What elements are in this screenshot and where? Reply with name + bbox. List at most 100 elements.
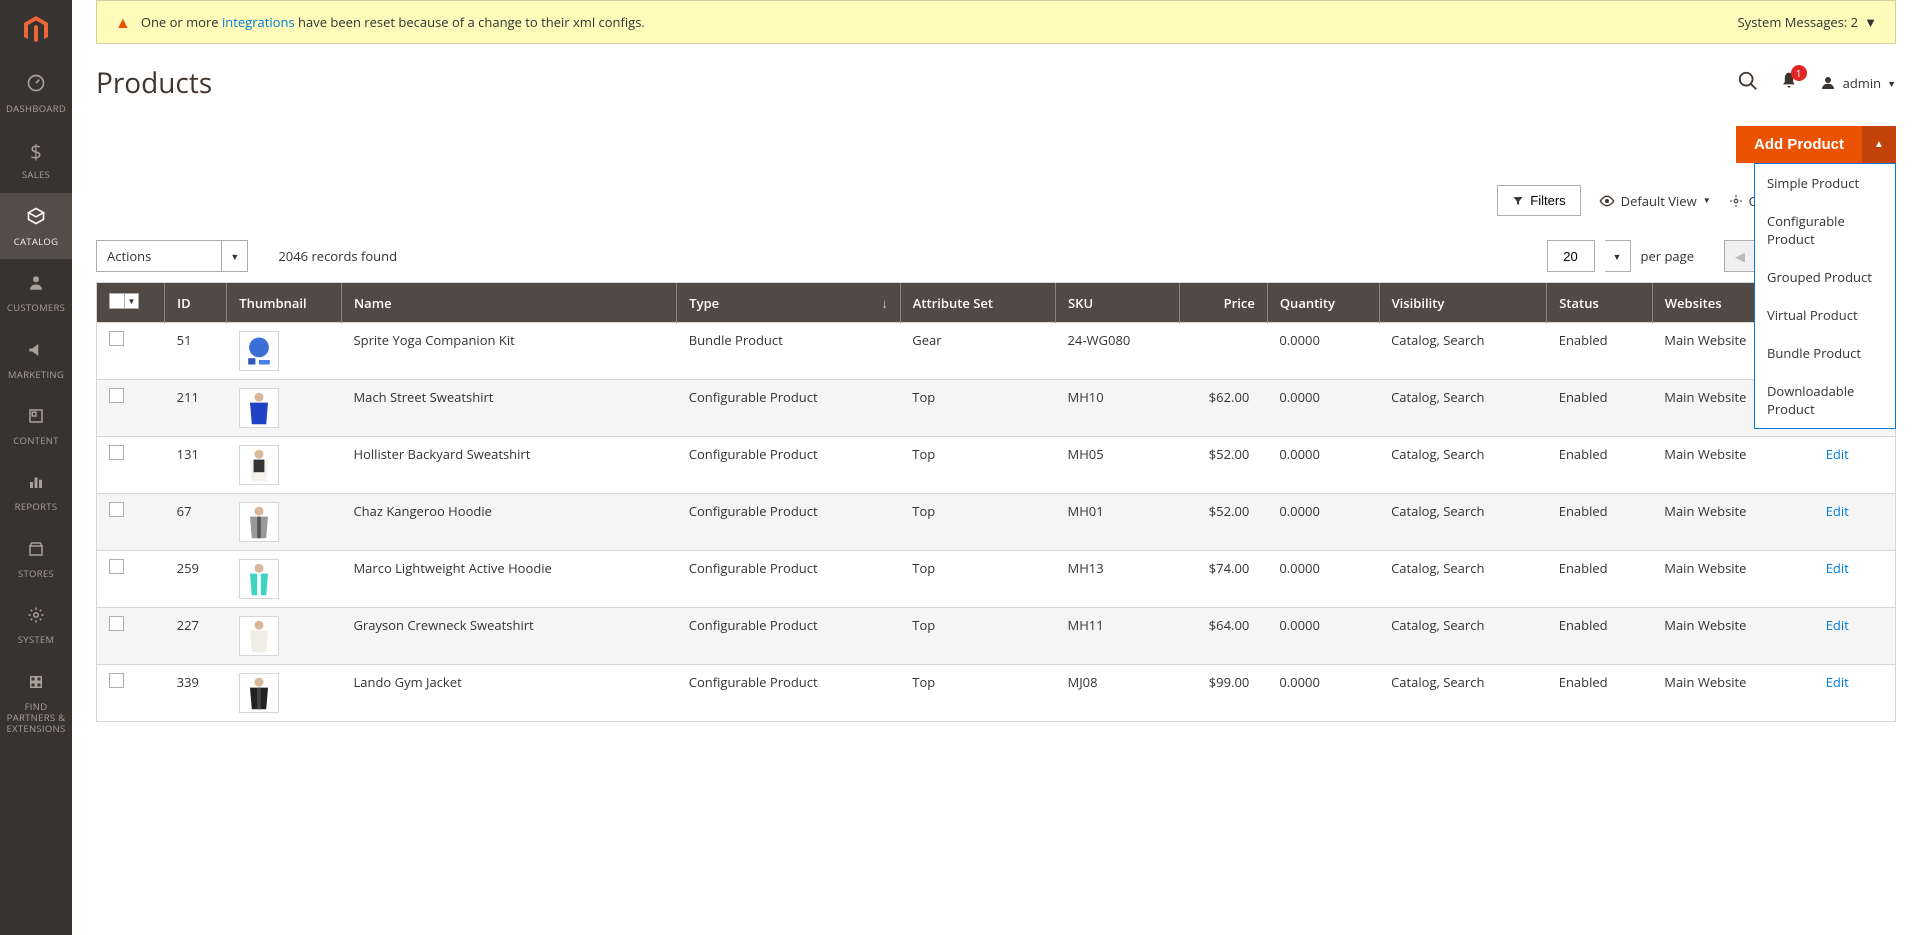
col-type[interactable]: Type↓ [677,283,901,323]
menu-bundle-product[interactable]: Bundle Product [1755,334,1895,372]
sidebar-item-stores[interactable]: Stores [0,525,72,591]
col-type-label: Type [689,294,719,312]
cell-type: Bundle Product [677,323,901,380]
row-checkbox[interactable] [97,380,165,437]
cell-status: Enabled [1547,608,1653,665]
search-icon[interactable] [1737,70,1759,96]
cell-id: 339 [165,665,227,722]
row-checkbox[interactable] [97,551,165,608]
cell-thumbnail [227,608,342,665]
integrations-link[interactable]: integrations [222,13,295,31]
sidebar-item-content[interactable]: Content [0,392,72,458]
cell-price: $64.00 [1180,608,1268,665]
prev-page-button[interactable]: ◀ [1724,240,1756,272]
cell-quantity: 0.0000 [1267,323,1379,380]
grid-controls: Actions ▼ 2046 records found ▼ per page … [72,230,1920,282]
sidebar-item-customers[interactable]: Customers [0,259,72,325]
sidebar-label: Dashboard [6,103,66,114]
col-status[interactable]: Status [1547,283,1653,323]
cell-action: Edit [1814,551,1895,608]
system-messages-count[interactable]: System Messages: 2 ▼ [1738,13,1877,31]
cell-action: Edit [1814,494,1895,551]
col-sku-label: SKU [1068,294,1093,312]
col-name[interactable]: Name [341,283,676,323]
cell-status: Enabled [1547,665,1653,722]
sidebar-item-marketing[interactable]: Marketing [0,326,72,392]
table-row[interactable]: 211Mach Street SweatshirtConfigurable Pr… [97,380,1895,437]
cell-name: Marco Lightweight Active Hoodie [341,551,676,608]
menu-grouped-product[interactable]: Grouped Product [1755,258,1895,296]
per-page-input[interactable] [1547,240,1595,272]
person-icon [27,271,45,298]
sidebar-item-partners[interactable]: Find Partners & Extensions [0,658,72,747]
cell-action: Edit [1814,437,1895,494]
per-page-toggle[interactable]: ▼ [1605,240,1631,272]
add-product-button[interactable]: Add Product [1736,126,1862,163]
filters-button[interactable]: Filters [1497,185,1580,216]
sidebar-item-sales[interactable]: $ Sales [0,126,72,192]
cell-attrset: Top [900,380,1055,437]
col-checkbox[interactable]: ▼ [97,283,165,323]
default-view-label: Default View [1621,192,1697,210]
col-visibility[interactable]: Visibility [1379,283,1547,323]
sidebar-item-catalog[interactable]: Catalog [0,193,72,259]
cell-websites: Main Website [1652,437,1813,494]
col-quantity[interactable]: Quantity [1267,283,1379,323]
cell-status: Enabled [1547,494,1653,551]
magento-logo[interactable] [0,0,72,60]
row-checkbox[interactable] [97,665,165,722]
cell-name: Lando Gym Jacket [341,665,676,722]
cell-sku: MH10 [1056,380,1180,437]
table-row[interactable]: 339Lando Gym JacketConfigurable ProductT… [97,665,1895,722]
cell-thumbnail [227,494,342,551]
row-checkbox[interactable] [97,494,165,551]
cell-id: 67 [165,494,227,551]
edit-link[interactable]: Edit [1826,559,1849,577]
table-row[interactable]: 259Marco Lightweight Active HoodieConfig… [97,551,1895,608]
menu-virtual-product[interactable]: Virtual Product [1755,296,1895,334]
sidebar-label: Reports [15,501,58,512]
row-checkbox[interactable] [97,608,165,665]
sidebar-item-reports[interactable]: Reports [0,458,72,524]
sidebar-item-dashboard[interactable]: Dashboard [0,60,72,126]
cell-id: 51 [165,323,227,380]
table-row[interactable]: 131Hollister Backyard SweatshirtConfigur… [97,437,1895,494]
edit-link[interactable]: Edit [1826,673,1849,691]
table-row[interactable]: 51Sprite Yoga Companion KitBundle Produc… [97,323,1895,380]
row-checkbox[interactable] [97,437,165,494]
content-icon [27,404,45,431]
cell-attrset: Top [900,608,1055,665]
cell-attrset: Gear [900,323,1055,380]
bulk-actions-select[interactable]: Actions ▼ [96,240,248,272]
table-row[interactable]: 67Chaz Kangeroo HoodieConfigurable Produ… [97,494,1895,551]
col-id[interactable]: ID [165,283,227,323]
menu-simple-product[interactable]: Simple Product [1755,164,1895,202]
col-price[interactable]: Price [1180,283,1268,323]
per-page-label: per page [1641,247,1694,265]
chevron-up-icon: ▲ [1874,139,1884,150]
col-attrset[interactable]: Attribute Set [900,283,1055,323]
cell-price: $52.00 [1180,437,1268,494]
col-sku[interactable]: SKU [1056,283,1180,323]
gear-icon [27,603,45,630]
cell-type: Configurable Product [677,437,901,494]
add-product-toggle[interactable]: ▲ [1862,126,1896,163]
admin-user-menu[interactable]: admin ▼ [1819,74,1896,92]
menu-configurable-product[interactable]: Configurable Product [1755,202,1895,258]
filters-label: Filters [1530,193,1565,208]
table-row[interactable]: 227Grayson Crewneck SweatshirtConfigurab… [97,608,1895,665]
row-checkbox[interactable] [97,323,165,380]
edit-link[interactable]: Edit [1826,616,1849,634]
cell-sku: MH13 [1056,551,1180,608]
edit-link[interactable]: Edit [1826,445,1849,463]
col-web-label: Websites [1665,294,1722,312]
menu-downloadable-product[interactable]: Downloadable Product [1755,372,1895,428]
cell-visibility: Catalog, Search [1379,608,1547,665]
cell-quantity: 0.0000 [1267,551,1379,608]
edit-link[interactable]: Edit [1826,502,1849,520]
sidebar-label: Content [13,435,59,446]
col-status-label: Status [1559,294,1599,312]
sidebar-item-system[interactable]: System [0,591,72,657]
notifications-icon[interactable]: 1 [1779,71,1799,95]
default-view-button[interactable]: Default View ▼ [1599,192,1711,210]
